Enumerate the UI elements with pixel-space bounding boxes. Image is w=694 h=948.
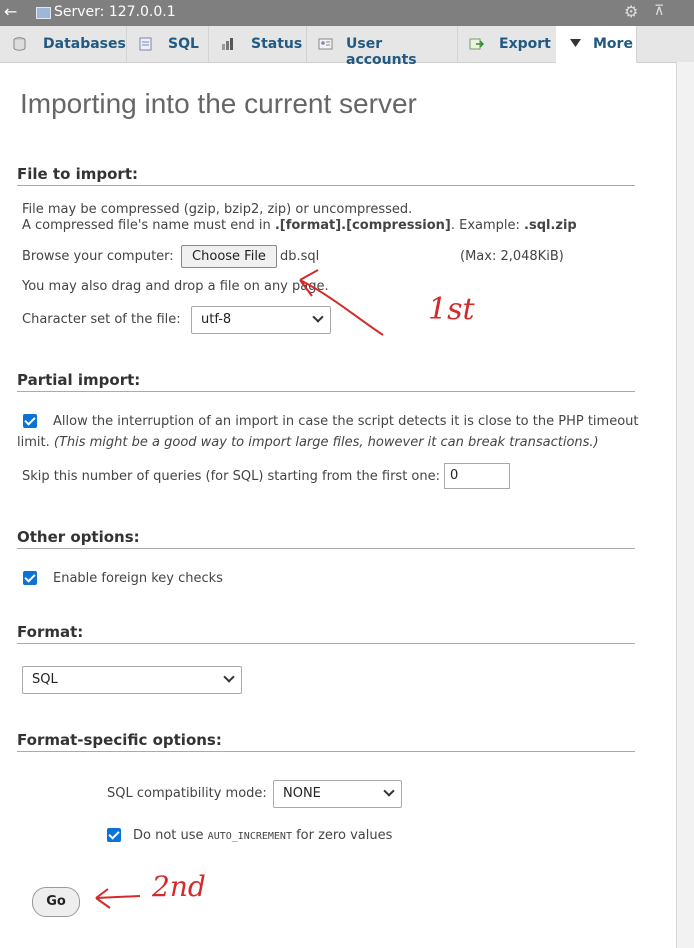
back-arrow-icon[interactable]: ← [4,2,17,21]
charset-select[interactable]: utf-8 [191,306,331,334]
collapse-icon[interactable]: ⊼ [654,3,664,19]
tab-more[interactable]: More [556,26,637,63]
format-pattern: .[format].[compression] [274,218,451,233]
triangle-down-icon [570,39,581,47]
auto-inc-pre: Do not use [133,828,208,843]
section-heading-format-specific: Format-specific options: [17,731,635,752]
foreign-key-checkbox[interactable] [23,571,37,585]
allow-interruption-checkbox[interactable] [23,414,37,428]
format-select[interactable]: SQL [22,666,242,694]
page-title: Importing into the current server [20,88,417,119]
sql-icon [139,37,152,51]
interruption-note: (This might be a good way to import larg… [53,435,599,450]
tab-status[interactable]: Status [208,26,307,62]
max-upload-size: (Max: 2,048KiB) [460,249,564,264]
example-value: .sql.zip [524,218,577,233]
status-icon [222,38,233,50]
chevron-down-icon [223,671,235,683]
tab-label: User accounts [346,36,417,68]
allow-interruption-label: Allow the interruption of an import in c… [53,414,639,429]
gear-icon[interactable]: ⚙ [624,2,638,21]
skip-queries-label: Skip this number of queries (for SQL) st… [22,469,440,484]
compression-format-info: A compressed file's name must end in .[f… [22,218,577,233]
tab-label: Export [499,36,551,52]
tab-user-accounts[interactable]: User accounts [306,26,458,68]
choose-file-button[interactable]: Choose File [181,245,277,268]
database-icon [13,37,26,51]
top-tabs: Databases SQL Status User accounts Expor… [0,26,694,68]
tab-export[interactable]: Export [457,26,557,62]
panel-title-bar: ← Server: 127.0.0.1 ⚙ ⊼ [0,0,694,26]
sql-compat-select[interactable]: NONE [273,780,402,808]
tab-databases[interactable]: Databases [0,26,127,62]
tab-label: SQL [168,36,199,52]
server-title[interactable]: Server: 127.0.0.1 [54,4,176,20]
tab-label: More [593,36,633,52]
annotation-second: 2nd [152,870,206,903]
charset-value: utf-8 [201,312,232,327]
server-icon [36,7,51,19]
chevron-down-icon [312,311,324,323]
foreign-key-label: Enable foreign key checks [53,571,223,586]
skip-queries-input[interactable]: 0 [444,463,510,489]
user-accounts-icon [318,38,333,50]
format-value: SQL [32,672,58,687]
drag-drop-hint: You may also drag and drop a file on any… [22,279,329,294]
skip-queries-value: 0 [450,468,459,483]
section-heading-other-options: Other options: [17,528,635,549]
export-icon [469,38,484,50]
browse-label: Browse your computer: [22,249,174,264]
no-auto-increment-label: Do not use AUTO_INCREMENT for zero value… [133,828,392,843]
format-text: A compressed file's name must end in [22,218,275,233]
tab-label: Databases [43,36,126,52]
section-heading-partial-import: Partial import: [17,371,635,392]
charset-label: Character set of the file: [22,312,181,327]
no-auto-increment-checkbox[interactable] [107,828,121,842]
auto-inc-code: AUTO_INCREMENT [207,831,292,842]
annotation-arrow-second [95,888,141,909]
section-heading-format: Format: [17,623,635,644]
sql-compat-label: SQL compatibility mode: [107,786,267,801]
tab-label: Status [251,36,303,52]
sql-compat-value: NONE [283,786,321,801]
scrollbar[interactable] [676,62,694,948]
go-button[interactable]: Go [32,887,80,917]
section-heading-file-to-import: File to import: [17,165,635,186]
tab-sql[interactable]: SQL [126,26,209,62]
limit-text: limit. [17,435,50,450]
example-text: . Example: [450,218,525,233]
chevron-down-icon [383,785,395,797]
selected-file-name: db.sql [280,249,320,264]
compression-info: File may be compressed (gzip, bzip2, zip… [22,202,413,217]
auto-inc-post: for zero values [291,828,393,843]
annotation-first: 1st [428,292,475,327]
allow-interruption-label-cont: limit. (This might be a good way to impo… [17,435,599,450]
